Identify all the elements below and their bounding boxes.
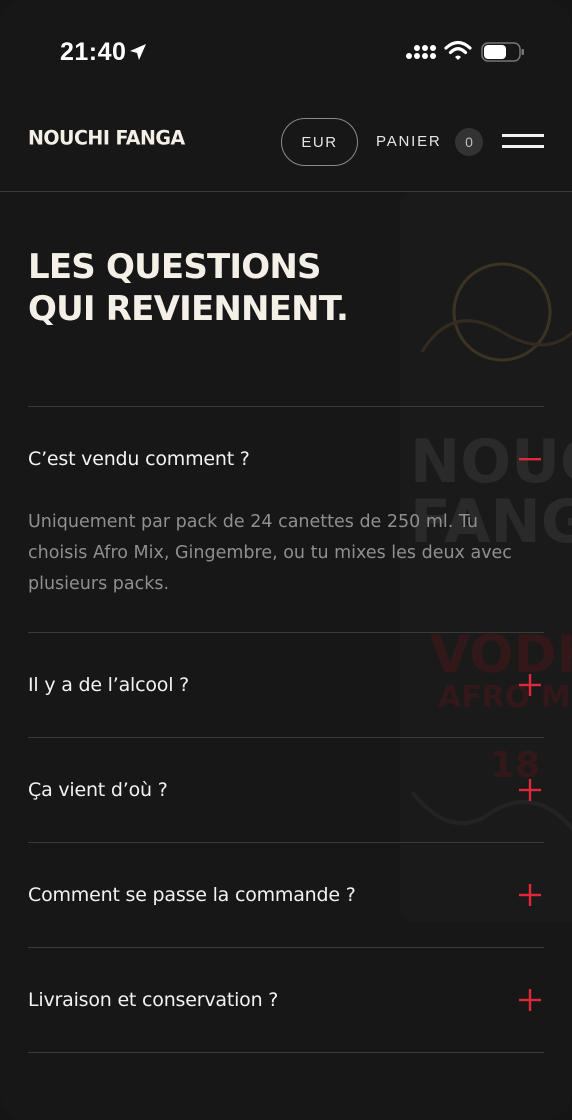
signal-icon bbox=[406, 45, 436, 59]
location-arrow-icon bbox=[130, 44, 146, 60]
faq-title-line2: QUI REVIENNENT. bbox=[28, 289, 349, 329]
faq-item: Livraison et conservation ? bbox=[28, 947, 544, 1053]
faq-question-text: Il y a de l’alcool ? bbox=[28, 674, 190, 696]
faq-question-toggle[interactable]: Ça vient d’où ? bbox=[28, 738, 544, 842]
plus-icon[interactable] bbox=[518, 673, 542, 697]
plus-icon[interactable] bbox=[518, 778, 542, 802]
faq-question-toggle[interactable]: Comment se passe la commande ? bbox=[28, 843, 544, 947]
faq-question-text: Comment se passe la commande ? bbox=[28, 884, 356, 906]
faq-item: Comment se passe la commande ? bbox=[28, 842, 544, 947]
phone-screen: 21:40 NOUCHI FANGA EUR PANIER 0 NOU FANG… bbox=[0, 0, 572, 1120]
plus-icon[interactable] bbox=[518, 883, 542, 907]
hamburger-menu-icon[interactable] bbox=[502, 132, 544, 152]
brand-logo[interactable]: NOUCHI FANGA bbox=[28, 126, 185, 149]
faq-answer-text: Uniquement par pack de 24 canettes de 25… bbox=[28, 512, 512, 594]
cart-link[interactable]: PANIER bbox=[376, 133, 442, 150]
site-header: NOUCHI FANGA EUR PANIER 0 bbox=[0, 100, 572, 192]
faq-question-toggle[interactable]: Livraison et conservation ? bbox=[28, 948, 544, 1052]
faq-title-line1: LES QUESTIONS bbox=[28, 247, 322, 287]
faq-title: LES QUESTIONS QUI REVIENNENT. bbox=[28, 246, 448, 330]
faq-question-toggle[interactable]: Il y a de l’alcool ? bbox=[28, 633, 544, 737]
status-time: 21:40 bbox=[60, 38, 127, 66]
faq-item: C’est vendu comment ? Uniquement par pac… bbox=[28, 406, 544, 632]
battery-icon bbox=[481, 42, 524, 62]
wifi-icon bbox=[444, 40, 472, 60]
faq-item: Il y a de l’alcool ? bbox=[28, 632, 544, 737]
faq-question-text: Ça vient d’où ? bbox=[28, 779, 168, 801]
minus-icon[interactable] bbox=[518, 447, 542, 471]
faq-question-text: Livraison et conservation ? bbox=[28, 989, 279, 1011]
faq-question-toggle[interactable]: C’est vendu comment ? bbox=[28, 407, 544, 511]
cart-count-badge: 0 bbox=[455, 128, 483, 156]
faq-question-text: C’est vendu comment ? bbox=[28, 448, 250, 470]
faq-list: C’est vendu comment ? Uniquement par pac… bbox=[28, 406, 544, 1053]
faq-item: Ça vient d’où ? bbox=[28, 737, 544, 842]
status-bar: 21:40 bbox=[0, 0, 572, 100]
plus-icon[interactable] bbox=[518, 988, 542, 1012]
currency-button[interactable]: EUR bbox=[281, 118, 358, 166]
